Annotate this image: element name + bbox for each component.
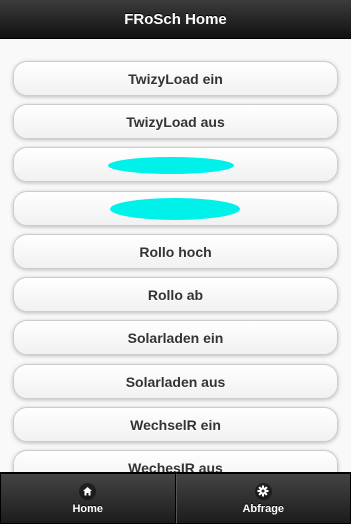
gear-icon [254,482,272,500]
redaction-mark [108,157,234,174]
tab-abfrage-label: Abfrage [242,502,285,515]
tab-home[interactable]: Home [0,473,176,524]
inverter-on-button[interactable]: WechselR ein [13,407,338,442]
solar-charge-on-button[interactable]: Solarladen ein [13,320,338,355]
app-header: FRoSch Home [0,0,351,39]
redaction-mark [110,198,240,220]
inverter-off-button[interactable]: WechesIR aus [13,450,338,472]
twizyload-on-button[interactable]: TwizyLoad ein [13,61,338,96]
redacted-button-2[interactable] [13,191,338,226]
tab-abfrage[interactable]: Abfrage [175,473,351,524]
tab-home-label: Home [72,502,104,515]
redacted-button-1[interactable] [13,147,338,182]
bottom-navbar: Home Abfrage [0,472,351,524]
solar-charge-off-button[interactable]: Solarladen aus [13,364,338,399]
page-title: FRoSch Home [124,10,227,28]
button-list[interactable]: TwizyLoad ein TwizyLoad aus Rollo hoch R… [0,39,351,472]
home-icon [79,482,97,500]
rollo-down-button[interactable]: Rollo ab [13,277,338,312]
twizyload-off-button[interactable]: TwizyLoad aus [13,104,338,139]
rollo-up-button[interactable]: Rollo hoch [13,234,338,269]
